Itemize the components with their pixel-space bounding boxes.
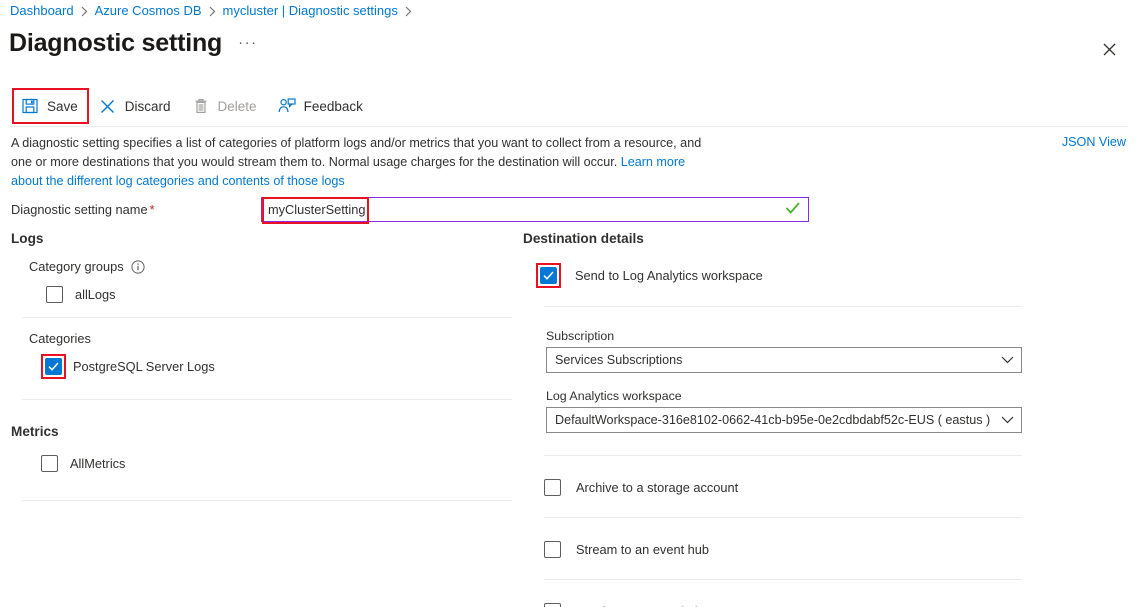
subscription-field: Subscription Services Subscriptions bbox=[546, 329, 1024, 373]
chevron-down-icon bbox=[1001, 351, 1014, 369]
event-hub-divider bbox=[544, 579, 1022, 580]
diagnostic-setting-name-input[interactable]: myClusterSetting myClusterSetting bbox=[261, 197, 809, 222]
save-button-label: Save bbox=[47, 99, 78, 114]
cross-icon bbox=[98, 97, 118, 115]
breadcrumb-separator-icon bbox=[81, 6, 88, 17]
breadcrumb: Dashboard Azure Cosmos DB mycluster | Di… bbox=[10, 3, 419, 19]
destination-details-column: Destination details Send to Log Analytic… bbox=[520, 231, 1024, 607]
command-bar-divider bbox=[10, 126, 1128, 127]
checkbox-row-partner-solution: Send to partner solution bbox=[544, 599, 1024, 607]
send-to-partner-solution-label: Send to partner solution bbox=[576, 604, 712, 607]
info-icon[interactable] bbox=[131, 260, 145, 274]
metrics-divider bbox=[22, 500, 512, 501]
breadcrumb-item-dashboard[interactable]: Dashboard bbox=[10, 3, 74, 19]
metrics-section-title: Metrics bbox=[11, 424, 516, 439]
breadcrumb-item-mycluster-diagnostic-settings[interactable]: mycluster | Diagnostic settings bbox=[223, 3, 398, 19]
log-analytics-divider bbox=[544, 306, 1022, 307]
checkbox-row-send-to-log-analytics: Send to Log Analytics workspace bbox=[536, 263, 1024, 287]
trash-icon bbox=[191, 97, 211, 115]
title-row: Diagnostic setting ··· bbox=[9, 27, 258, 59]
json-view-link[interactable]: JSON View bbox=[1062, 135, 1126, 149]
person-feedback-icon bbox=[277, 97, 297, 115]
category-groups-label: Category groups bbox=[29, 259, 516, 274]
more-options-button[interactable]: ··· bbox=[238, 34, 258, 51]
logs-divider bbox=[22, 317, 512, 318]
checkbox-row-postgresql-server-logs: PostgreSQL Server Logs bbox=[41, 355, 516, 377]
log-analytics-workspace-field: Log Analytics workspace DefaultWorkspace… bbox=[546, 389, 1024, 433]
send-to-partner-solution-checkbox[interactable] bbox=[544, 603, 561, 607]
allmetrics-label: AllMetrics bbox=[70, 456, 125, 471]
logs-metrics-column: Logs Category groups allLogs Categories bbox=[8, 231, 516, 501]
page-title: Diagnostic setting bbox=[9, 27, 222, 59]
category-groups-text: Category groups bbox=[29, 259, 124, 274]
chevron-down-icon bbox=[1001, 411, 1014, 429]
checkbox-row-alllogs: allLogs bbox=[46, 283, 516, 305]
save-button[interactable]: Save bbox=[16, 91, 83, 121]
archive-to-storage-account-checkbox[interactable] bbox=[544, 479, 561, 496]
checkbox-row-archive-storage: Archive to a storage account bbox=[544, 475, 1024, 499]
description-sentence: A diagnostic setting specifies a list of… bbox=[11, 136, 701, 169]
postgresql-server-logs-checkbox[interactable] bbox=[45, 358, 62, 375]
metrics-block: Metrics AllMetrics bbox=[8, 424, 516, 501]
alllogs-checkbox[interactable] bbox=[46, 286, 63, 303]
name-input-value: myClusterSetting bbox=[262, 202, 365, 217]
subscription-value: Services Subscriptions bbox=[555, 353, 682, 367]
command-bar: Save Discard Delete bbox=[0, 90, 1136, 122]
close-icon[interactable] bbox=[1093, 33, 1125, 65]
save-highlight-box: Save bbox=[12, 88, 89, 124]
stream-to-event-hub-checkbox[interactable] bbox=[544, 541, 561, 558]
save-disk-icon bbox=[20, 97, 40, 115]
diagnostic-setting-name-label: Diagnostic setting name* bbox=[11, 202, 261, 217]
log-analytics-workspace-value: DefaultWorkspace-316e8102-0662-41cb-b95e… bbox=[555, 413, 990, 427]
logs-section-title: Logs bbox=[11, 231, 516, 246]
breadcrumb-separator-icon bbox=[209, 6, 216, 17]
categories-divider bbox=[22, 399, 512, 400]
breadcrumb-item-azure-cosmos-db[interactable]: Azure Cosmos DB bbox=[95, 3, 202, 19]
postgresql-checkbox-highlight-box bbox=[41, 354, 66, 379]
workspace-divider bbox=[544, 455, 1022, 456]
stream-to-event-hub-label: Stream to an event hub bbox=[576, 542, 709, 557]
checkbox-row-stream-event-hub: Stream to an event hub bbox=[544, 537, 1024, 561]
breadcrumb-separator-icon bbox=[405, 6, 412, 17]
delete-button-label: Delete bbox=[218, 99, 257, 114]
categories-label: Categories bbox=[29, 331, 516, 346]
diagnostic-setting-name-row: Diagnostic setting name* myClusterSettin… bbox=[11, 196, 1111, 222]
log-analytics-checkbox-highlight-box bbox=[536, 263, 561, 288]
send-to-log-analytics-checkbox[interactable] bbox=[540, 267, 557, 284]
log-analytics-workspace-label: Log Analytics workspace bbox=[546, 389, 1024, 403]
checkmark-icon bbox=[785, 201, 801, 220]
categories-block: Categories PostgreSQL Server Logs bbox=[8, 331, 516, 377]
subscription-dropdown[interactable]: Services Subscriptions bbox=[546, 347, 1022, 373]
log-analytics-workspace-dropdown[interactable]: DefaultWorkspace-316e8102-0662-41cb-b95e… bbox=[546, 407, 1022, 433]
archive-divider bbox=[544, 517, 1022, 518]
feedback-button[interactable]: Feedback bbox=[273, 91, 372, 121]
alllogs-label: allLogs bbox=[75, 287, 116, 302]
feedback-button-label: Feedback bbox=[304, 99, 363, 114]
delete-button: Delete bbox=[187, 91, 266, 121]
send-to-log-analytics-label: Send to Log Analytics workspace bbox=[575, 268, 763, 283]
destination-details-title: Destination details bbox=[523, 231, 1024, 246]
archive-to-storage-account-label: Archive to a storage account bbox=[576, 480, 738, 495]
name-label-text: Diagnostic setting name bbox=[11, 202, 148, 217]
allmetrics-checkbox[interactable] bbox=[41, 455, 58, 472]
discard-button[interactable]: Discard bbox=[94, 91, 180, 121]
subscription-label: Subscription bbox=[546, 329, 1024, 343]
postgresql-server-logs-label: PostgreSQL Server Logs bbox=[73, 359, 215, 374]
description-text: A diagnostic setting specifies a list of… bbox=[11, 134, 711, 191]
categories-text: Categories bbox=[29, 331, 91, 346]
checkbox-row-allmetrics: AllMetrics bbox=[41, 452, 516, 474]
diagnostic-setting-page: Dashboard Azure Cosmos DB mycluster | Di… bbox=[0, 0, 1136, 607]
discard-button-label: Discard bbox=[125, 99, 171, 114]
required-asterisk: * bbox=[150, 202, 155, 217]
